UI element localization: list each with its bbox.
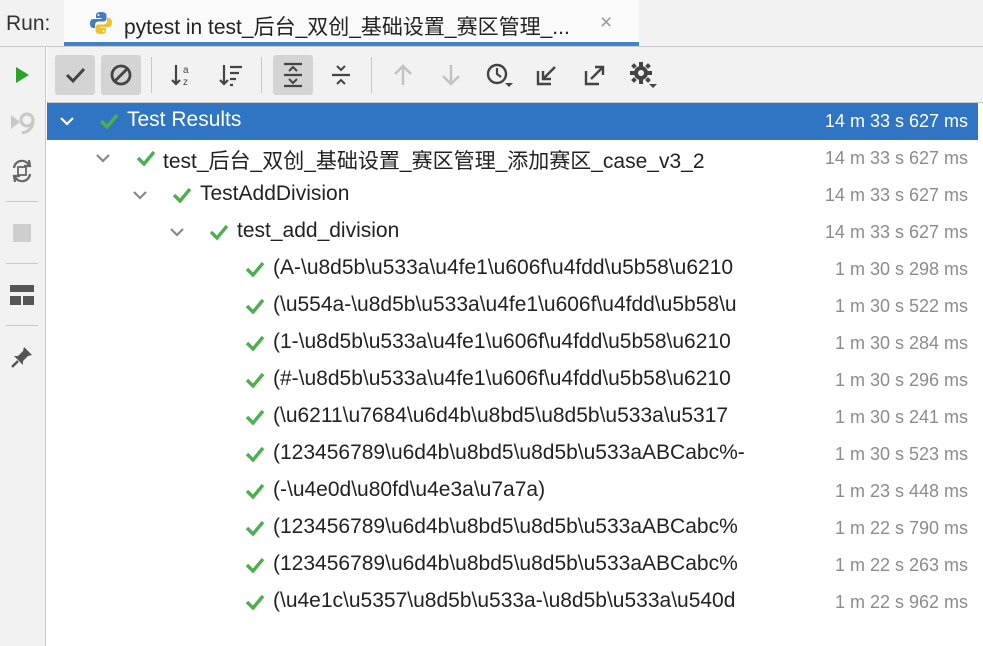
test-case-label: (\u6211\u7684\u6d4b\u8bd5\u8d5b\u533a\u5…: [273, 404, 729, 427]
run-tab-title: pytest in test_后台_双创_基础设置_赛区管理_...: [124, 16, 570, 39]
test-runner-toolbar: a z: [47, 47, 983, 103]
passed-check-icon: [245, 483, 265, 500]
passed-check-icon: [245, 520, 265, 537]
sort-duration-icon[interactable]: [211, 55, 251, 95]
test-case-row[interactable]: (#-\u8d5b\u533a\u4fe1\u606f\u4fdd\u5b58\…: [47, 362, 978, 399]
test-case-label: (123456789\u6d4b\u8bd5\u8d5b\u533aABCabc…: [273, 441, 745, 464]
passed-check-icon: [245, 409, 265, 426]
passed-check-icon: [245, 446, 265, 463]
settings-icon[interactable]: [623, 55, 663, 95]
test-case-time: 1 m 22 s 790 ms: [830, 518, 968, 539]
chevron-down-icon[interactable]: [93, 148, 113, 168]
test-case-label: (\u4e1c\u5357\u8d5b\u533a-\u8d5b\u533a\u…: [273, 589, 736, 612]
passed-check-icon: [245, 557, 265, 574]
tree-class-label: TestAddDivision: [200, 182, 350, 205]
test-case-row[interactable]: (123456789\u6d4b\u8bd5\u8d5b\u533aABCabc…: [47, 510, 978, 547]
passed-check-icon: [245, 335, 265, 352]
passed-check-icon: [209, 224, 229, 241]
test-case-time: 1 m 30 s 284 ms: [830, 333, 968, 354]
run-label: Run:: [6, 12, 51, 35]
tree-root-row[interactable]: Test Results 14 m 33 s 627 ms: [47, 103, 978, 140]
test-case-row[interactable]: (A-\u8d5b\u533a\u4fe1\u606f\u4fdd\u5b58\…: [47, 251, 978, 288]
prev-failed-icon[interactable]: [383, 55, 423, 95]
test-case-row[interactable]: (\u6211\u7684\u6d4b\u8bd5\u8d5b\u533a\u5…: [47, 399, 978, 436]
test-case-time: 1 m 22 s 962 ms: [830, 592, 968, 613]
tree-method-row[interactable]: test_add_division 14 m 33 s 627 ms: [47, 214, 978, 251]
svg-text:z: z: [183, 77, 188, 88]
test-case-time: 1 m 30 s 296 ms: [830, 370, 968, 391]
test-case-label: (\u554a-\u8d5b\u533a\u4fe1\u606f\u4fdd\u…: [273, 293, 737, 316]
test-case-label: (#-\u8d5b\u533a\u4fe1\u606f\u4fdd\u5b58\…: [273, 367, 731, 390]
test-case-row[interactable]: (-\u4e0d\u80fd\u4e3a\u7a7a) 1 m 23 s 448…: [47, 473, 978, 510]
expand-all-icon[interactable]: [273, 55, 313, 95]
next-failed-icon[interactable]: [431, 55, 471, 95]
test-case-label: (1-\u8d5b\u533a\u4fe1\u606f\u4fdd\u5b58\…: [273, 330, 731, 353]
sort-alpha-icon[interactable]: a z: [163, 55, 203, 95]
tree-root-time: 14 m 33 s 627 ms: [824, 111, 968, 131]
chevron-down-icon[interactable]: [130, 185, 150, 205]
passed-check-icon: [172, 187, 192, 204]
test-case-row[interactable]: (123456789\u6d4b\u8bd5\u8d5b\u533aABCabc…: [47, 436, 978, 473]
chevron-down-icon[interactable]: [57, 111, 77, 131]
rerun-icon[interactable]: [4, 57, 40, 93]
test-results-tree: Test Results 14 m 33 s 627 ms test_后台_双创…: [47, 103, 983, 646]
passed-check-icon: [245, 261, 265, 278]
test-case-time: 1 m 30 s 298 ms: [830, 259, 968, 280]
tree-method-label: test_add_division: [237, 219, 400, 242]
passed-check-icon: [245, 298, 265, 315]
left-toolbar: [0, 47, 46, 646]
close-tab-icon[interactable]: ×: [600, 11, 612, 35]
toggle-auto-test-icon[interactable]: [4, 153, 40, 189]
test-case-time: 1 m 30 s 523 ms: [830, 444, 968, 465]
test-case-row[interactable]: (\u554a-\u8d5b\u533a\u4fe1\u606f\u4fdd\u…: [47, 288, 978, 325]
tree-class-row[interactable]: TestAddDivision 14 m 33 s 627 ms: [47, 177, 978, 214]
passed-check-icon: [99, 113, 119, 130]
test-case-time: 1 m 22 s 263 ms: [830, 555, 968, 576]
show-passed-icon[interactable]: [55, 55, 95, 95]
passed-check-icon: [136, 150, 156, 167]
test-case-time: 1 m 23 s 448 ms: [830, 481, 968, 502]
test-case-time: 1 m 30 s 522 ms: [830, 296, 968, 317]
test-case-time: 1 m 30 s 241 ms: [830, 407, 968, 428]
collapse-all-icon[interactable]: [321, 55, 361, 95]
passed-check-icon: [245, 372, 265, 389]
rerun-failed-icon[interactable]: [4, 105, 40, 141]
test-case-label: (A-\u8d5b\u533a\u4fe1\u606f\u4fdd\u5b58\…: [273, 256, 734, 279]
export-tests-icon[interactable]: [575, 55, 615, 95]
pin-icon[interactable]: [4, 339, 40, 375]
import-tests-icon[interactable]: [527, 55, 567, 95]
test-case-label: (123456789\u6d4b\u8bd5\u8d5b\u533aABCabc…: [273, 515, 738, 538]
history-icon[interactable]: [479, 55, 519, 95]
test-case-label: (-\u4e0d\u80fd\u4e3a\u7a7a): [273, 478, 546, 501]
tree-module-row[interactable]: test_后台_双创_基础设置_赛区管理_添加赛区_case_v3_2 14 m…: [47, 140, 978, 177]
svg-text:a: a: [183, 65, 189, 76]
test-case-row[interactable]: (123456789\u6d4b\u8bd5\u8d5b\u533aABCabc…: [47, 547, 978, 584]
passed-check-icon: [245, 594, 265, 611]
show-ignored-icon[interactable]: [101, 55, 141, 95]
tree-class-time: 14 m 33 s 627 ms: [820, 185, 968, 206]
test-case-label: (123456789\u6d4b\u8bd5\u8d5b\u533aABCabc…: [273, 552, 738, 575]
tree-method-time: 14 m 33 s 627 ms: [820, 222, 968, 243]
test-case-row[interactable]: (\u4e1c\u5357\u8d5b\u533a-\u8d5b\u533a\u…: [47, 584, 978, 621]
chevron-down-icon[interactable]: [167, 222, 187, 242]
tree-root-label: Test Results: [127, 108, 242, 131]
tree-module-time: 14 m 33 s 627 ms: [820, 148, 968, 169]
tree-module-label: test_后台_双创_基础设置_赛区管理_添加赛区_case_v3_2: [163, 150, 705, 173]
layout-icon[interactable]: [4, 277, 40, 313]
stop-icon[interactable]: [4, 215, 40, 251]
python-icon: [90, 12, 112, 34]
run-tab-bar: Run: pytest in test_后台_双创_基础设置_赛区管理_... …: [0, 0, 983, 47]
test-case-row[interactable]: (1-\u8d5b\u533a\u4fe1\u606f\u4fdd\u5b58\…: [47, 325, 978, 362]
